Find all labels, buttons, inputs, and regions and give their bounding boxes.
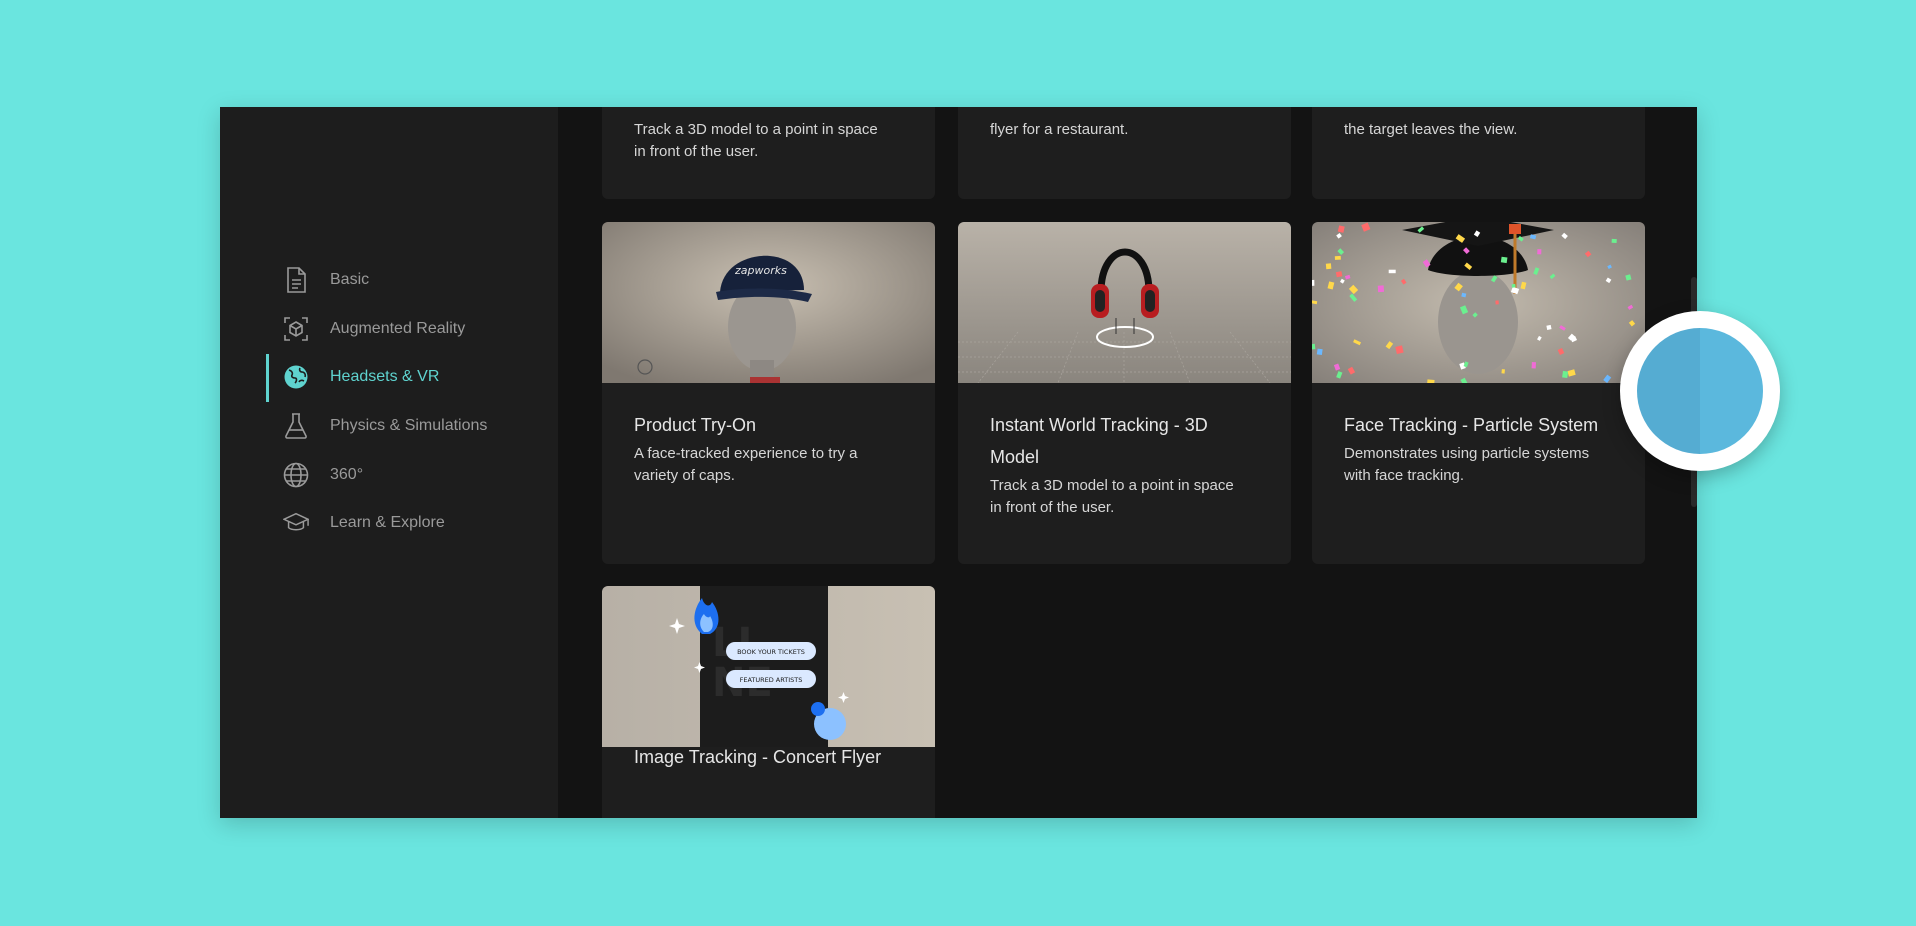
sidebar-item-label: Basic <box>330 271 370 288</box>
flask-icon <box>283 413 309 439</box>
card-description: the target leaves the view. <box>1344 109 1517 141</box>
cursor-indicator-inner <box>1637 328 1763 454</box>
confetti-piece <box>1312 343 1316 350</box>
confetti-piece <box>1427 379 1435 383</box>
sidebar-item-basic[interactable]: Basic <box>220 257 558 303</box>
confetti-piece <box>1611 238 1617 244</box>
document-icon <box>283 267 309 293</box>
active-indicator <box>266 354 269 402</box>
confetti-piece <box>1511 283 1516 288</box>
sidebar-item-learn-explore[interactable]: Learn & Explore <box>220 500 558 546</box>
card-description-line: the target leaves the view. <box>1344 121 1518 138</box>
confetti-piece <box>1334 255 1341 260</box>
example-card[interactable]: Track a 3D model to a point in space in … <box>602 107 935 199</box>
card-thumbnail <box>958 222 1291 383</box>
example-card[interactable]: flyer for a restaurant. <box>958 107 1291 199</box>
examples-grid: Track a 3D model to a point in space in … <box>558 107 1697 818</box>
sidebar-item-label: Learn & Explore <box>330 514 445 531</box>
example-card-instant-world-tracking[interactable]: Instant World Tracking - 3D Model Track … <box>958 222 1291 564</box>
card-description-line: in front of the user. <box>990 499 1115 516</box>
card-description: Track a 3D model to a point in space in … <box>634 119 878 163</box>
card-title: Image Tracking - Concert Flyer <box>634 747 882 767</box>
card-description: Track a 3D model to a point in space in … <box>990 475 1234 519</box>
card-description-line: Demonstrates using particle systems <box>1344 445 1590 462</box>
card-description: A face-tracked experience to try a varie… <box>634 443 857 487</box>
card-description-cutoff <box>990 109 1128 119</box>
example-card-product-try-on[interactable]: zapworks Product Try-On A face-tracked e… <box>602 222 935 564</box>
card-title-line: Model <box>990 447 1040 467</box>
card-title: Face Tracking - Particle System <box>1344 415 1599 435</box>
card-title-line: Instant World Tracking - 3D <box>990 415 1208 435</box>
card-thumbnail: LI NE BOOK YOUR TICKETS FEATURED ARTISTS <box>602 586 935 747</box>
card-description: flyer for a restaurant. <box>990 109 1128 141</box>
card-description-line: in front of the user. <box>634 143 759 160</box>
svg-text:zapworks: zapworks <box>734 264 787 277</box>
card-description-line: flyer for a restaurant. <box>990 121 1129 138</box>
globe-filled-icon <box>283 364 309 390</box>
card-description: Demonstrates using particle systems with… <box>1344 443 1589 487</box>
cursor-indicator <box>1620 311 1780 471</box>
sidebar-item-augmented-reality[interactable]: Augmented Reality <box>220 306 558 352</box>
confetti-piece <box>1531 362 1536 369</box>
confetti-piece <box>1495 300 1499 305</box>
card-thumbnail <box>1312 222 1645 383</box>
sidebar-item-label: Augmented Reality <box>330 320 466 337</box>
confetti-piece <box>1377 285 1385 293</box>
confetti-piece <box>1325 263 1332 270</box>
graduation-cap-icon <box>283 510 309 536</box>
globe-outline-icon <box>283 462 309 488</box>
card-description-line: Track a 3D model to a point in space <box>634 121 878 138</box>
card-description-line: Track a 3D model to a point in space <box>990 477 1234 494</box>
sidebar-item-physics-simulations[interactable]: Physics & Simulations <box>220 403 558 449</box>
app-window: Basic Augmented Reality Headsets & VR Ph… <box>220 107 1697 818</box>
sidebar-item-label: Physics & Simulations <box>330 417 488 434</box>
confetti-piece <box>1546 324 1552 330</box>
example-card-image-tracking-concert-flyer[interactable]: LI NE BOOK YOUR TICKETS FEATURED ARTISTS… <box>602 586 935 818</box>
confetti-piece <box>1500 256 1508 264</box>
confetti-piece <box>1537 249 1542 255</box>
card-thumbnail: zapworks <box>602 222 935 383</box>
card-title: Product Try-On <box>634 415 757 435</box>
sidebar: Basic Augmented Reality Headsets & VR Ph… <box>220 107 558 818</box>
sidebar-item-label: 360° <box>330 466 364 483</box>
confetti-piece <box>1335 271 1343 278</box>
example-card-face-tracking-particles[interactable]: Face Tracking - Particle System Demonstr… <box>1312 222 1645 564</box>
confetti-piece <box>1312 279 1315 286</box>
card-description-cutoff <box>1344 109 1517 119</box>
flyer-button-text: FEATURED ARTISTS <box>740 676 803 684</box>
confetti-piece <box>1501 369 1505 374</box>
confetti-piece <box>1388 269 1396 274</box>
card-description-line: variety of caps. <box>634 467 735 484</box>
confetti-piece <box>1562 370 1569 379</box>
card-description-line: with face tracking. <box>1344 467 1465 484</box>
sidebar-item-label: Headsets & VR <box>330 368 440 385</box>
example-card[interactable]: the target leaves the view. <box>1312 107 1645 199</box>
card-description-line: A face-tracked experience to try a <box>634 445 858 462</box>
sidebar-item-headsets-vr[interactable]: Headsets & VR <box>220 354 558 402</box>
sidebar-item-360[interactable]: 360° <box>220 452 558 498</box>
ar-cube-icon <box>283 316 309 342</box>
card-title: Instant World Tracking - 3D Model <box>990 409 1208 473</box>
flyer-button-text: BOOK YOUR TICKETS <box>737 648 805 656</box>
confetti-piece <box>1316 348 1323 356</box>
